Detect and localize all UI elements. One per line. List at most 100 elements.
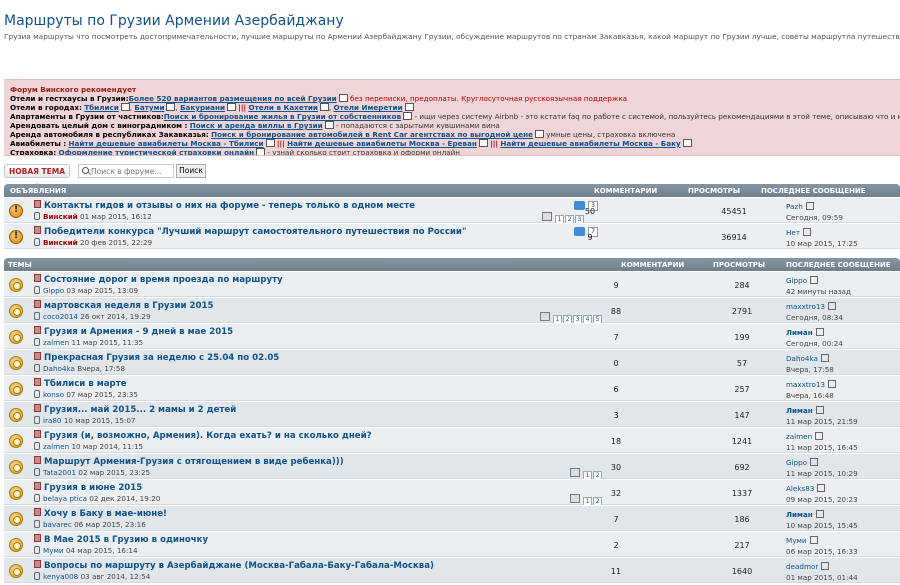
topic-row[interactable]: Прекрасная Грузия за неделю с 25.04 по 0… <box>4 349 900 375</box>
goto-last-post-icon[interactable] <box>815 406 824 414</box>
last-post: maxxtro13 Сегодня, 08:34 <box>786 301 843 323</box>
topic-author-link[interactable]: zalmen <box>43 338 69 347</box>
topic-title-link[interactable]: Тбилиси в марте <box>44 379 127 389</box>
topic-author-link[interactable]: Винский <box>43 238 78 247</box>
topic-row[interactable]: Состояние дорог и время проезда по маршр… <box>4 271 900 297</box>
topic-title-link[interactable]: В Мае 2015 в Грузию в одиночку <box>44 535 208 545</box>
last-post-user-link[interactable]: Gippo <box>786 276 807 285</box>
promo-insurance-line: Страховка: Оформление туристической стра… <box>10 148 894 155</box>
topic-row[interactable]: В Мае 2015 в Грузию в одиночку Муми 04 ма… <box>4 531 900 557</box>
topic-title-link[interactable]: Грузия в июне 2015 <box>44 483 142 493</box>
topic-title-link[interactable]: мартовская неделя в Грузии 2015 <box>44 301 213 311</box>
goto-last-post-icon[interactable] <box>815 432 824 440</box>
city-batumi-link[interactable]: Батуми <box>134 103 164 112</box>
avia-baku-link[interactable]: Найти дешевые авиабилеты Москва - Баку <box>500 139 680 148</box>
search-button[interactable]: Поиск <box>176 164 206 178</box>
topic-author-link[interactable]: Tata2001 <box>43 468 76 477</box>
topic-row[interactable]: Грузия и Армения - 9 дней в мае 2015 zalm… <box>4 323 900 349</box>
topic-title-link[interactable]: Хочу в Баку в мае-июне! <box>44 509 167 519</box>
topic-row[interactable]: Грузия... май 2015... 2 мамы и 2 детей ir… <box>4 401 900 427</box>
announcement-row[interactable]: Победители конкурса "Лучший маршрут само… <box>4 223 900 249</box>
topic-title-link[interactable]: Грузия... май 2015... 2 мамы и 2 детей <box>44 405 236 415</box>
last-post-user-link[interactable]: Daho4ka <box>786 354 818 363</box>
topic-author-link[interactable]: belaya ptica <box>43 494 87 503</box>
topic-title-link[interactable]: Грузия (и, возможно, Армения). Когда еха… <box>44 431 372 441</box>
goto-last-post-icon[interactable] <box>803 228 812 236</box>
city-bakuriani-link[interactable]: Бакуриани <box>180 103 225 112</box>
topic-row[interactable]: Грузия в июне 2015 belaya ptica 02 дек 20… <box>4 479 900 506</box>
topic-row[interactable]: Грузия (и, возможно, Армения). Когда еха… <box>4 427 900 453</box>
new-topic-button[interactable]: НОВАЯ ТЕМА ★ <box>4 164 70 190</box>
new-topic-label: НОВАЯ ТЕМА <box>8 167 66 176</box>
goto-last-post-icon[interactable] <box>828 302 837 310</box>
goto-last-post-icon[interactable] <box>828 380 837 388</box>
goto-last-post-icon[interactable] <box>815 510 824 518</box>
topic-title-link[interactable]: Победители конкурса "Лучший маршрут само… <box>44 227 466 237</box>
topic-author-link[interactable]: Gippo <box>43 286 64 295</box>
goto-last-post-icon[interactable] <box>820 354 829 362</box>
topic-author-link[interactable]: konso <box>43 390 64 399</box>
kakheti-link[interactable]: Отели в Кахетии <box>248 103 317 112</box>
topic-title-link[interactable]: Маршрут Армения-Грузия с отягощением в в… <box>44 457 344 467</box>
topic-meta: Винский 20 фев 2015, 22:29 <box>34 238 152 247</box>
promo-car-link[interactable]: Поиск и бронирование автомобилей в Rent … <box>211 130 533 139</box>
last-post-user-link[interactable]: Pazh <box>786 202 803 211</box>
promo-hotels-link[interactable]: Более 520 вариантов размещения по всей Г… <box>129 94 337 103</box>
topic-date: 01 мар 2015, 16:12 <box>80 212 152 221</box>
city-tbilisi-link[interactable]: Тбилиси <box>84 103 119 112</box>
goto-last-post-icon[interactable] <box>810 458 819 466</box>
topic-title-link[interactable]: Грузия и Армения - 9 дней в мае 2015 <box>44 327 233 337</box>
topic-row[interactable]: Вопросы по маршруту в Азербайджане (Моск… <box>4 557 900 583</box>
topic-author-link[interactable]: ira80 <box>43 416 62 425</box>
topic-author-link[interactable]: kenya008 <box>43 572 78 581</box>
topic-author-link[interactable]: bavarec <box>43 520 72 529</box>
topic-replies: 30 <box>610 463 622 472</box>
topic-row[interactable]: Хочу в Баку в мае-июне! bavarec 06 мар 20… <box>4 505 900 531</box>
topic-title-line: Грузия в июне 2015 <box>34 482 142 493</box>
avia-yerevan-link[interactable]: Найти дешевые авиабилеты Москва - Ереван <box>287 139 477 148</box>
topic-title-link[interactable]: Состояние дорог и время проезда по маршр… <box>44 275 283 285</box>
last-post-user-link[interactable]: Лиман <box>786 328 813 337</box>
promo-avia-label: Авиабилеты : <box>10 139 67 148</box>
avia-tbilisi-link[interactable]: Найти дешевые авиабилеты Москва - Тбилис… <box>69 139 264 148</box>
topic-row[interactable]: Маршрут Армения-Грузия с отягощением в в… <box>4 453 900 480</box>
promo-ins-link[interactable]: Оформление туристической страховки онлай… <box>58 148 254 155</box>
goto-last-post-icon[interactable] <box>805 202 814 210</box>
last-post-user-link[interactable]: zalmen <box>786 432 812 441</box>
topic-author-link[interactable]: coco2014 <box>43 312 78 321</box>
topic-replies: 32 <box>610 489 622 498</box>
last-post-user-link[interactable]: Aleks83 <box>786 484 814 493</box>
post-icon <box>34 300 41 308</box>
topic-icon <box>9 278 23 292</box>
topic-row[interactable]: Тбилиси в марте konso 07 мар 2015, 23:35 6… <box>4 375 900 401</box>
goto-last-post-icon[interactable] <box>809 536 818 544</box>
last-post-user-link[interactable]: maxxtro13 <box>786 380 825 389</box>
last-post-user-link[interactable]: maxxtro13 <box>786 302 825 311</box>
goto-last-post-icon[interactable] <box>810 276 819 284</box>
promo-apts-link[interactable]: Поиск и бронирование жилья в Грузии от с… <box>164 112 401 121</box>
last-post-user-link[interactable]: Лиман <box>786 510 813 519</box>
topic-title-link[interactable]: Контакты гидов и отзывы о них на форуме … <box>44 201 415 211</box>
topic-title-link[interactable]: Прекрасная Грузия за неделю с 25.04 по 0… <box>44 353 279 363</box>
topic-title-link[interactable]: Вопросы по маршруту в Азербайджане (Моск… <box>44 561 434 571</box>
site-title[interactable]: Маршруты по Грузии Армении Азербайджану <box>4 13 344 29</box>
imereti-link[interactable]: Отели Имеретии <box>334 103 403 112</box>
topic-author-link[interactable]: Daho4ka <box>43 364 75 373</box>
goto-last-post-icon[interactable] <box>815 328 824 336</box>
topic-row[interactable]: мартовская неделя в Грузии 2015 coco2014 … <box>4 297 900 324</box>
topic-author-link[interactable]: Винский <box>43 212 78 221</box>
post-icon <box>34 326 41 334</box>
announcement-row[interactable]: Контакты гидов и отзывы о них на форуме … <box>4 197 900 224</box>
goto-last-post-icon[interactable] <box>817 484 826 492</box>
topic-author-link[interactable]: Муми <box>43 546 64 555</box>
last-post-user-link[interactable]: Лиман <box>786 406 813 415</box>
last-post-user-link[interactable]: Нет <box>786 228 800 237</box>
external-link-icon <box>319 103 329 111</box>
last-post-user-link[interactable]: deadmor <box>786 562 818 571</box>
forum-search-input[interactable] <box>91 166 171 176</box>
promo-villa-link[interactable]: Поиск и аренда виллы в Грузии <box>190 121 323 130</box>
last-post-user-link[interactable]: Муми <box>786 536 807 545</box>
last-post-user-link[interactable]: Gippo <box>786 458 807 467</box>
topic-author-link[interactable]: zalmen <box>43 442 69 451</box>
goto-last-post-icon[interactable] <box>821 562 830 570</box>
